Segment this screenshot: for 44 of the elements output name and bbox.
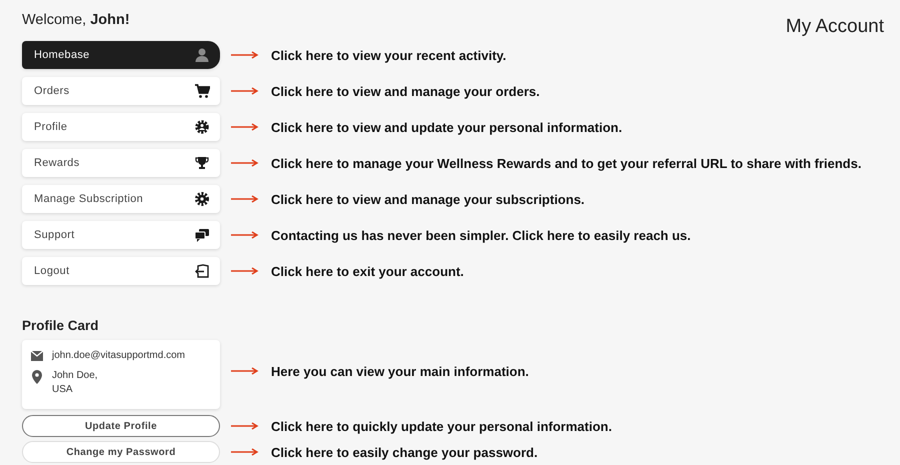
address-text: John Doe, [52, 369, 98, 383]
arrow-icon [231, 51, 259, 59]
note-text: Click here to view and manage your subscriptions. [271, 192, 585, 206]
arrow-icon [231, 231, 259, 239]
note-text: Click here to quickly update your personal information. [271, 418, 612, 434]
person-icon [194, 47, 210, 63]
cart-icon [194, 83, 210, 99]
menu-item[interactable]: Profile [22, 113, 220, 141]
arrow-icon [231, 448, 259, 456]
address-text: USA [52, 383, 74, 397]
note-text: Here you can view your main information. [271, 364, 529, 378]
note-text: Click here to view your recent activity. [271, 48, 506, 62]
note-text: Click here to easily change your password. [271, 444, 538, 460]
menu-item[interactable]: Support [22, 221, 220, 249]
arrow-icon [231, 267, 259, 275]
menu-item[interactable]: Orders [22, 77, 220, 105]
arrow-icon [231, 87, 259, 95]
page-title: My Account [786, 16, 884, 38]
location-pin-icon [30, 370, 44, 384]
action-button[interactable]: Update Profile [22, 415, 220, 437]
note-text: Click here to exit your account. [271, 264, 464, 278]
section-heading: Profile Card [22, 318, 100, 333]
envelope-icon [30, 350, 44, 362]
arrow-icon [231, 367, 259, 375]
note-text: Click here to view and update your personal information. [271, 120, 622, 134]
trophy-icon [194, 155, 210, 171]
note-text: Contacting us has never been simpler. Click here to easily reach us. [271, 228, 691, 242]
arrow-icon [231, 159, 259, 167]
menu-item[interactable]: Logout [22, 257, 220, 285]
logout-icon [194, 263, 210, 279]
welcome-text: Welcome, John! [22, 12, 130, 28]
note-text: Click here to view and manage your orders. [271, 84, 540, 98]
settings-icon [194, 191, 210, 207]
arrow-icon [231, 422, 259, 430]
arrow-icon [231, 195, 259, 203]
action-button[interactable]: Change my Password [22, 441, 220, 463]
menu-item[interactable]: Manage Subscription [22, 185, 220, 213]
menu-item[interactable]: Rewards [22, 149, 220, 177]
email-text: john.doe@vitasupportmd.com [52, 349, 185, 363]
chat-icon [194, 227, 210, 243]
menu-item[interactable]: Homebase [22, 41, 220, 69]
gear-icon [194, 119, 210, 135]
note-text: Click here to manage your Wellness Rewards and to get your referral URL to share with friends. [271, 156, 862, 170]
arrow-icon [231, 123, 259, 131]
